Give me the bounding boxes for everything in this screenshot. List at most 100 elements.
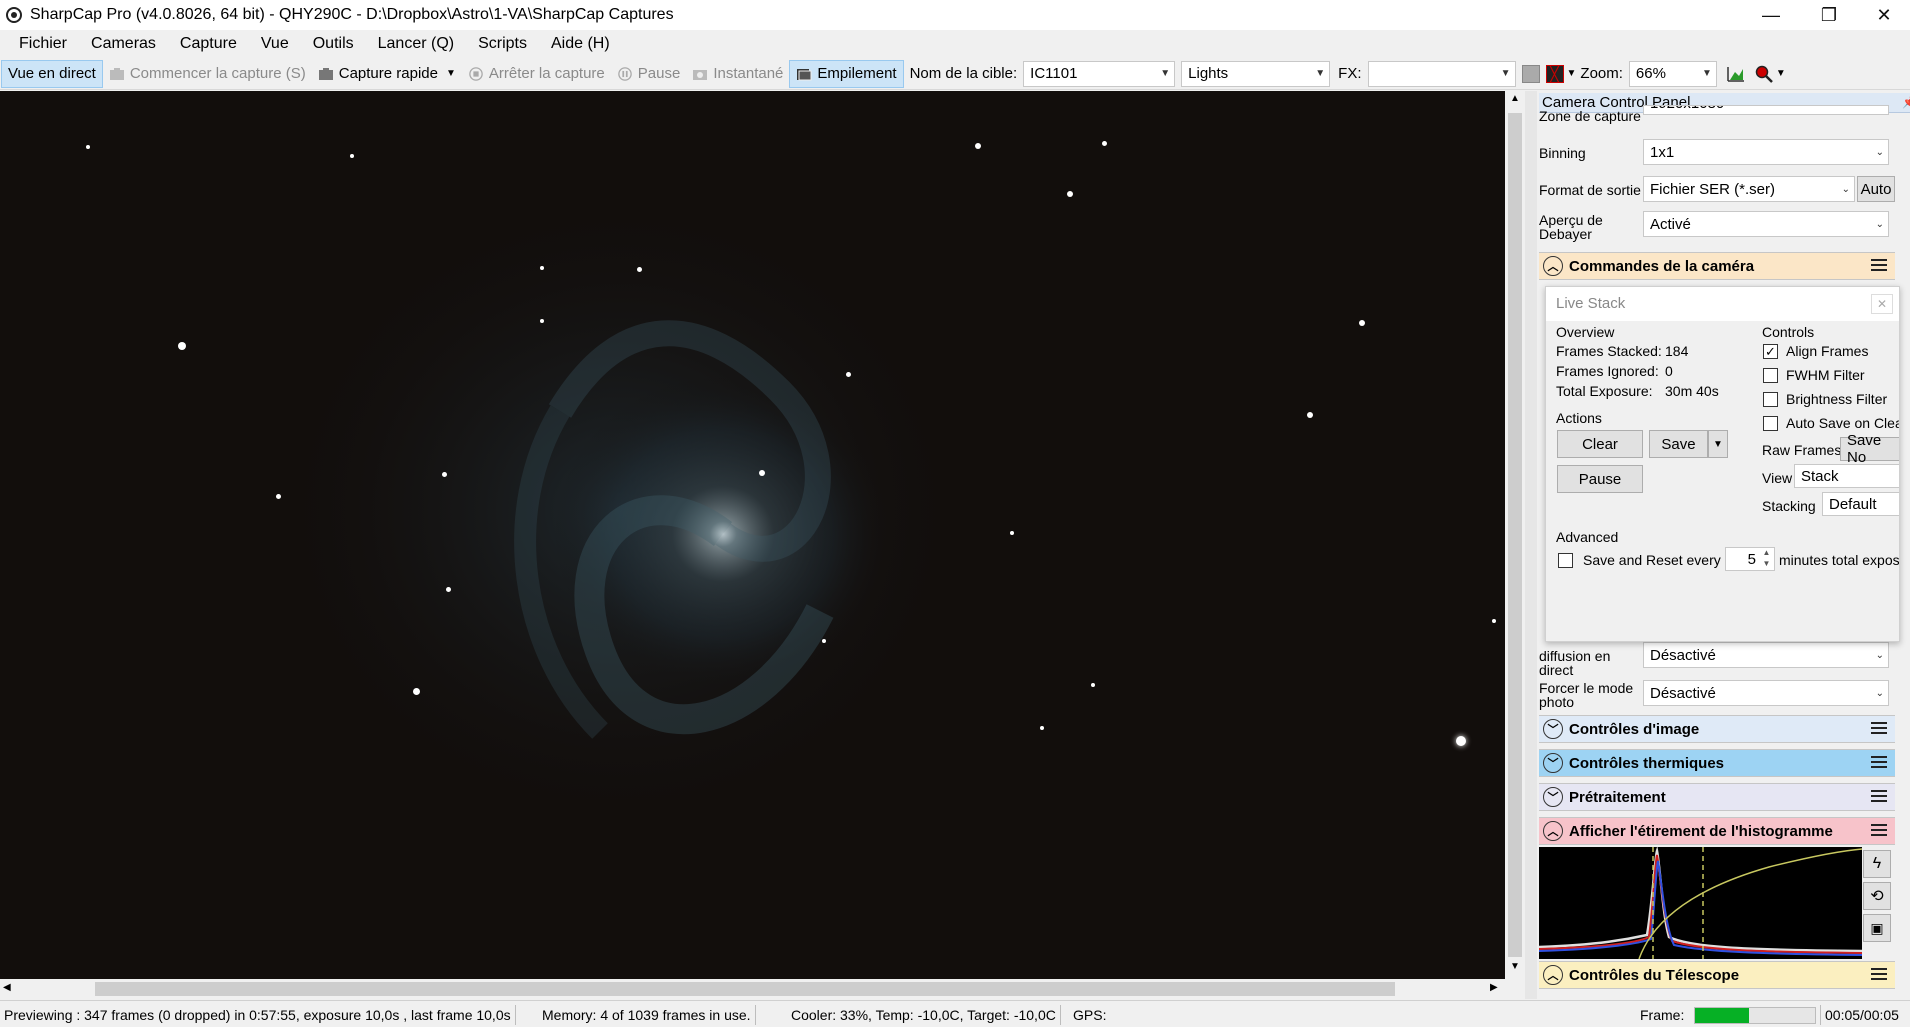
scroll-left-icon[interactable]: ◀ — [3, 982, 11, 993]
menu-icon[interactable] — [1871, 756, 1887, 770]
histogram-plot[interactable] — [1539, 847, 1862, 959]
auto-save-checkbox[interactable] — [1763, 416, 1778, 431]
chevron-down-icon: ⌄ — [1875, 146, 1884, 158]
panel-splitter[interactable] — [1525, 91, 1537, 999]
align-frames-label: Align Frames — [1786, 343, 1869, 359]
view-label: View — [1762, 470, 1793, 486]
stop-capture-button[interactable]: Arrêter la capture — [462, 60, 611, 88]
chevron-down-icon: ▼ — [1315, 68, 1326, 79]
debayer-preview-combo[interactable]: Activé ⌄ — [1643, 211, 1889, 237]
scroll-right-icon[interactable]: ▶ — [1490, 982, 1498, 993]
lightning-icon: ϟ — [1872, 855, 1882, 872]
section-preprocessing[interactable]: ﹀ Prétraitement — [1539, 783, 1895, 811]
align-frames-checkbox[interactable]: ✓ — [1763, 344, 1778, 359]
image-viewport[interactable] — [0, 91, 1505, 979]
menu-lancer[interactable]: Lancer (Q) — [366, 35, 466, 53]
save-reset-checkbox[interactable] — [1558, 553, 1573, 568]
chevron-down-icon[interactable]: ▼ — [446, 68, 456, 79]
target-name-combo[interactable]: IC1101 ▼ — [1023, 60, 1176, 87]
chevron-up-icon[interactable]: ︿ — [1543, 256, 1563, 276]
raw-frames-button[interactable]: Save No — [1840, 432, 1899, 466]
menu-icon[interactable] — [1871, 790, 1887, 804]
fx-combo[interactable]: ▼ — [1367, 60, 1516, 87]
chevron-down-icon[interactable]: ▼ — [1567, 68, 1577, 79]
menu-icon[interactable] — [1871, 824, 1887, 838]
debayer-preview-label: Aperçu de Debayer — [1539, 212, 1603, 242]
brightness-filter-label: Brightness Filter — [1786, 391, 1888, 407]
horizontal-scrollbar[interactable]: ◀ ▶ — [0, 979, 1505, 999]
quick-capture-button[interactable]: Capture rapide ▼ — [312, 60, 462, 88]
pin-icon[interactable]: 📌 — [1902, 95, 1910, 109]
force-photo-mode-combo[interactable]: Désactivé ⌄ — [1643, 680, 1889, 706]
snapshot-button[interactable]: Instantané — [686, 60, 789, 88]
chevron-down-icon[interactable]: ﹀ — [1543, 753, 1563, 773]
actions-label: Actions — [1556, 410, 1602, 426]
menu-icon[interactable] — [1871, 722, 1887, 736]
vertical-scrollbar[interactable]: ▲ ▼ — [1505, 91, 1525, 979]
chevron-down-icon[interactable]: ﹀ — [1543, 787, 1563, 807]
vertical-scroll-thumb[interactable] — [1508, 113, 1522, 957]
binning-combo[interactable]: 1x1 ⌄ — [1643, 139, 1889, 165]
horizontal-scroll-thumb[interactable] — [95, 982, 1395, 996]
view-combo[interactable]: Stack — [1794, 464, 1899, 488]
toolbar: Vue en direct Commencer la capture (S) C… — [0, 58, 1910, 90]
save-stretch-button[interactable]: ▣ — [1863, 914, 1891, 942]
capture-area-combo[interactable]: 1920x1080 — [1643, 105, 1889, 115]
menu-fichier[interactable]: Fichier — [0, 35, 79, 53]
pause-icon — [618, 66, 632, 81]
stacking-button[interactable]: Empilement — [789, 59, 904, 88]
minimize-button[interactable]: — — [1743, 0, 1799, 30]
menu-outils[interactable]: Outils — [301, 35, 366, 53]
menu-vue[interactable]: Vue — [249, 35, 301, 53]
zoom-combo[interactable]: 66% ▼ — [1628, 60, 1717, 87]
output-format-combo[interactable]: Fichier SER (*.ser) ⌄ — [1643, 176, 1855, 202]
overlay-toggle-icon[interactable]: ╳ — [1545, 64, 1564, 83]
fwhm-filter-checkbox[interactable] — [1763, 368, 1778, 383]
live-broadcast-combo[interactable]: Désactivé ⌄ — [1643, 642, 1889, 668]
status-bar: Previewing : 347 frames (0 dropped) in 0… — [0, 1000, 1910, 1027]
maximize-button[interactable]: ❐ — [1801, 0, 1857, 30]
section-telescope-controls[interactable]: ︿ Contrôles du Télescope — [1539, 961, 1895, 989]
target-name-label: Nom de la cible: — [909, 65, 1018, 82]
color-swatch-icon[interactable] — [1521, 64, 1540, 83]
camera-icon — [318, 67, 333, 80]
chevron-up-icon[interactable]: ︿ — [1543, 821, 1563, 841]
clear-stack-button[interactable]: Clear — [1557, 430, 1643, 458]
chevron-up-icon[interactable]: ︿ — [1543, 965, 1563, 985]
menu-icon[interactable] — [1871, 259, 1887, 273]
histogram-icon[interactable] — [1727, 66, 1745, 82]
spinner-icon[interactable]: ▲ ▼ — [1758, 547, 1775, 571]
auto-format-button[interactable]: Auto — [1857, 176, 1895, 202]
auto-stretch-button[interactable]: ϟ — [1863, 850, 1891, 878]
start-capture-button[interactable]: Commencer la capture (S) — [103, 60, 312, 88]
frame-type-combo[interactable]: Lights ▼ — [1181, 60, 1331, 87]
live-stack-close-button[interactable]: ✕ — [1871, 294, 1893, 314]
scroll-up-icon[interactable]: ▲ — [1510, 93, 1520, 104]
scroll-down-icon[interactable]: ▼ — [1510, 961, 1520, 972]
section-image-controls[interactable]: ﹀ Contrôles d'image — [1539, 715, 1895, 743]
zoom-icon[interactable] — [1755, 65, 1773, 83]
pause-capture-button[interactable]: Pause — [611, 60, 687, 88]
chevron-down-icon[interactable]: ﹀ — [1543, 719, 1563, 739]
live-view-button[interactable]: Vue en direct — [1, 59, 103, 88]
close-button[interactable]: ✕ — [1856, 0, 1910, 30]
menu-capture[interactable]: Capture — [168, 35, 249, 53]
menu-icon[interactable] — [1871, 968, 1887, 982]
brightness-filter-checkbox[interactable] — [1763, 392, 1778, 407]
save-options-dropdown[interactable]: ▼ — [1708, 430, 1728, 458]
pause-stack-button[interactable]: Pause — [1557, 465, 1643, 493]
save-stack-button[interactable]: Save — [1649, 430, 1708, 458]
section-thermal-controls[interactable]: ﹀ Contrôles thermiques — [1539, 749, 1895, 777]
menu-aide[interactable]: Aide (H) — [539, 35, 622, 53]
menu-scripts[interactable]: Scripts — [466, 35, 539, 53]
reset-stretch-button[interactable]: ⟲ — [1863, 882, 1891, 910]
frames-stacked-label: Frames Stacked: — [1556, 343, 1662, 359]
chevron-down-icon[interactable]: ▼ — [1776, 68, 1786, 79]
section-histogram-stretch[interactable]: ︿ Afficher l'étirement de l'histogramme — [1539, 817, 1895, 845]
stacking-mode-combo[interactable]: Default — [1822, 492, 1899, 516]
menu-cameras[interactable]: Cameras — [79, 35, 168, 53]
snapshot-icon — [693, 69, 708, 80]
overview-label: Overview — [1556, 324, 1615, 340]
section-camera-controls[interactable]: ︿ Commandes de la caméra — [1539, 252, 1895, 280]
frame-type-value: Lights — [1188, 65, 1229, 82]
